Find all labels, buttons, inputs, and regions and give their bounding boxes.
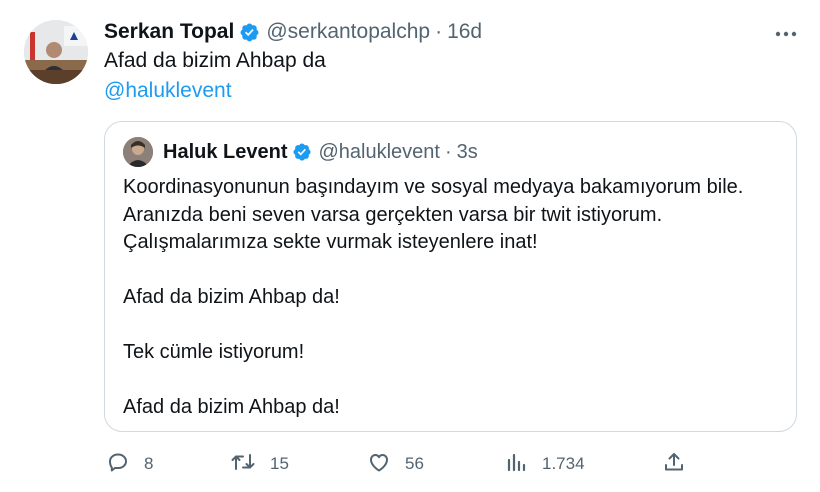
author-handle[interactable]: @serkantopalchp [266, 20, 430, 44]
tweet-actions: 8 15 56 1.734 [104, 449, 704, 479]
author-name[interactable]: Serkan Topal [104, 20, 234, 44]
views-count: 1.734 [542, 454, 585, 473]
views-button[interactable]: 1.734 [504, 449, 585, 479]
quoted-line: Koordinasyonunun başındayım ve sosyal me… [123, 176, 744, 198]
verified-badge-icon [239, 22, 260, 43]
quoted-line: Çalışmalarımıza sekte vurmak isteyenlere… [123, 231, 538, 253]
separator-dot: · [435, 20, 443, 43]
reply-count: 8 [144, 454, 154, 473]
quoted-author-avatar[interactable] [123, 137, 153, 167]
quoted-tweet-body: Koordinasyonunun başındayım ve sosyal me… [123, 174, 778, 422]
like-button[interactable]: 56 [367, 449, 424, 479]
tweet-header: Serkan Topal @serkantopalchp · 16d [104, 16, 482, 48]
author-avatar[interactable] [24, 20, 88, 84]
quoted-tweet-header: Haluk Levent @haluklevent · 3s [123, 136, 478, 168]
quoted-tweet-time[interactable]: 3s [457, 141, 478, 164]
quoted-line: Tek cümle istiyorum! [123, 341, 305, 363]
more-options-icon[interactable] [768, 20, 804, 48]
retweet-button[interactable]: 15 [230, 449, 289, 479]
tweet-text: Afad da bizim Ahbap da @haluklevent [104, 46, 326, 106]
views-bar-chart-icon [504, 450, 528, 479]
mention-link[interactable]: @haluklevent [104, 76, 326, 106]
share-icon [662, 450, 686, 479]
like-count: 56 [405, 454, 424, 473]
verified-badge-icon [292, 142, 312, 162]
tweet-time[interactable]: 16d [447, 20, 482, 44]
share-button[interactable] [662, 449, 686, 479]
reply-button[interactable]: 8 [106, 449, 153, 479]
heart-icon [367, 450, 391, 479]
quoted-line: Afad da bizim Ahbap da! [123, 286, 340, 308]
separator-dot: · [444, 140, 452, 163]
quoted-author-handle[interactable]: @haluklevent [318, 141, 439, 164]
quoted-author-name[interactable]: Haluk Levent [163, 141, 287, 164]
quoted-tweet-card[interactable]: Haluk Levent @haluklevent · 3s Koordinas… [104, 121, 797, 432]
reply-icon [106, 450, 130, 479]
retweet-count: 15 [270, 454, 289, 473]
quoted-line: Aranızda beni seven varsa gerçekten vars… [123, 203, 663, 226]
tweet-body: Afad da bizim Ahbap da [104, 49, 326, 72]
quoted-line: Afad da bizim Ahbap da! [123, 396, 340, 418]
retweet-icon [230, 450, 256, 479]
